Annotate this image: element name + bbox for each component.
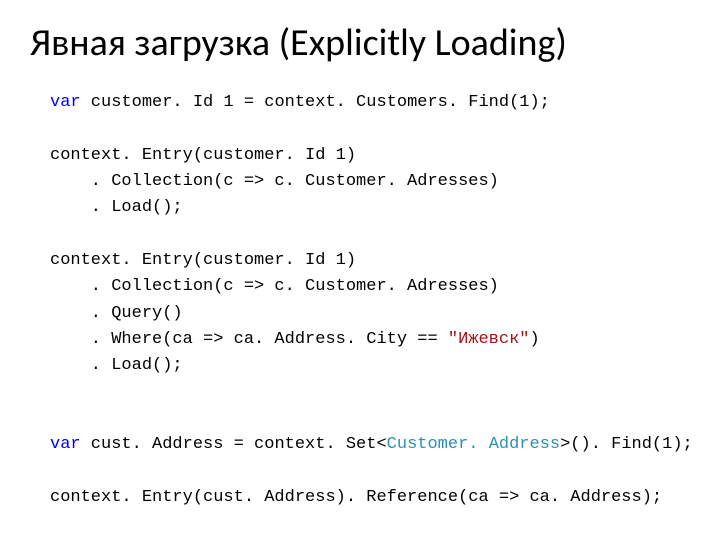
- slide: Явная загрузка (Explicitly Loading) var …: [0, 0, 720, 540]
- code-block: var customer. Id 1 = context. Customers.…: [30, 90, 690, 512]
- type-name: Customer. Address: [387, 435, 560, 454]
- code-text: >(). Find(1);: [560, 435, 693, 454]
- code-text: context. Entry(cust. Address). Reference…: [50, 488, 662, 507]
- code-text: customer. Id 1 = context. Customers. Fin…: [81, 93, 550, 112]
- slide-title: Явная загрузка (Explicitly Loading): [30, 20, 690, 66]
- code-text: . Load();: [50, 356, 183, 375]
- string-literal: "Ижевск": [448, 330, 530, 349]
- code-text: context. Entry(customer. Id 1): [50, 146, 356, 165]
- code-text: . Query(): [50, 304, 183, 323]
- keyword-var: var: [50, 93, 81, 112]
- code-text: context. Entry(customer. Id 1): [50, 251, 356, 270]
- code-text: cust. Address = context. Set<: [81, 435, 387, 454]
- code-text: . Collection(c => c. Customer. Adresses): [50, 277, 499, 296]
- keyword-var: var: [50, 435, 81, 454]
- code-text: ): [530, 330, 540, 349]
- code-text: . Where(ca => ca. Address. City ==: [50, 330, 448, 349]
- code-text: . Collection(c => c. Customer. Adresses): [50, 172, 499, 191]
- code-text: . Load();: [50, 198, 183, 217]
